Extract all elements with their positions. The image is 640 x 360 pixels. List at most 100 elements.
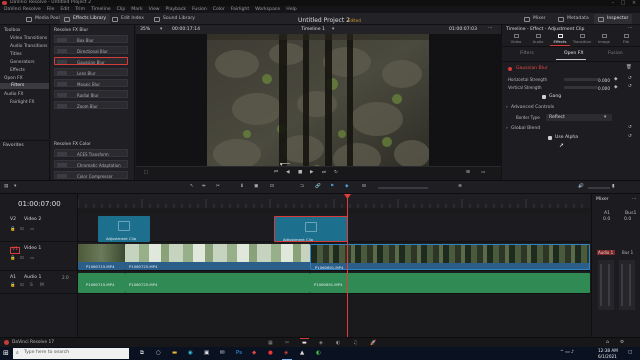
nav-item-effects[interactable]: Effects xyxy=(10,68,25,73)
davinci-resolve-icon[interactable]: ◈ xyxy=(284,350,288,357)
chevron-down-icon[interactable]: ▾ xyxy=(160,27,162,33)
nav-item-video-transitions[interactable]: Video Transitions xyxy=(10,36,47,41)
menu-item-help[interactable]: Help xyxy=(286,7,296,13)
expand-icon[interactable]: › xyxy=(506,126,508,132)
fx-item-chromatic-adaptation[interactable]: Chromatic Adaptation xyxy=(54,160,128,168)
use-alpha-checkbox[interactable] xyxy=(548,136,552,140)
fx-item-color-compressor[interactable]: Color Compressor xyxy=(54,171,128,179)
match-frame-icon[interactable]: ⊞ xyxy=(466,170,470,176)
selection-tool-icon[interactable]: ↖ xyxy=(190,184,194,190)
video-clip[interactable]: P1060715.MP4 xyxy=(78,244,125,270)
fx-item-box-blur[interactable]: Box Blur xyxy=(54,35,128,43)
inspector-tab-effects[interactable]: Effects xyxy=(550,34,570,46)
enable-icon[interactable]: ▭ xyxy=(30,227,34,232)
zoom-in-icon[interactable]: ⊕ xyxy=(458,184,462,190)
effects-library-button[interactable]: Effects Library xyxy=(60,14,111,24)
menu-item-fusion[interactable]: Fusion xyxy=(192,7,207,13)
settings-icon[interactable]: ⚙ xyxy=(620,340,624,346)
inspector-tab-transition[interactable]: Transition xyxy=(572,34,592,44)
menu-item-fairlight[interactable]: Fairlight xyxy=(231,7,249,13)
layout-icon[interactable]: ▤ xyxy=(4,184,8,190)
reset-icon[interactable]: ↺ xyxy=(628,76,632,82)
advanced-controls-label[interactable]: Advanced Controls xyxy=(511,105,554,111)
edit-index-button[interactable]: Edit Index xyxy=(108,14,148,24)
volume-icon[interactable]: 🔊 xyxy=(578,184,584,190)
menu-item-trim[interactable]: Trim xyxy=(75,7,85,13)
viewer-overlay-icon[interactable]: ▭ xyxy=(481,170,485,176)
fx-item-directional-blur[interactable]: Directional Blur xyxy=(54,46,128,54)
track-header-v2[interactable]: V2 Video 2 🔒 ⊡ ▭ xyxy=(0,214,78,242)
volume-slider[interactable] xyxy=(588,187,610,189)
lock-icon[interactable]: 🔒 xyxy=(10,256,15,261)
safe-area-icon[interactable]: ⬚ xyxy=(144,170,148,176)
zoom-level[interactable]: 35% xyxy=(140,27,150,33)
page-color-icon[interactable]: ◐ xyxy=(336,340,340,346)
playhead-marker-icon[interactable]: ▾ xyxy=(280,163,283,168)
windows-start-icon[interactable]: ⊞ xyxy=(3,350,9,357)
audio-clip[interactable]: P1060691.MP4 xyxy=(310,273,590,293)
marker-icon[interactable]: ◆ xyxy=(345,184,349,190)
horizontal-strength-value[interactable]: 0.000 xyxy=(594,78,610,83)
track-header-v1[interactable]: V1 Video 1 🔒 ⊡ ▭ xyxy=(0,243,78,271)
overwrite-clip-icon[interactable]: ▣ xyxy=(254,184,258,190)
nav-item-audio-fx[interactable]: Audio FX xyxy=(4,92,23,97)
trim-tool-icon[interactable]: ⇹ xyxy=(202,184,206,190)
audio-clip[interactable]: P1060715.MP4 xyxy=(78,273,125,293)
page-cut-icon[interactable]: ✂ xyxy=(285,340,289,346)
page-deliver-icon[interactable]: 🚀 xyxy=(370,340,376,346)
zoom-out-icon[interactable]: ⊟ xyxy=(362,184,366,190)
page-media-icon[interactable]: ▦ xyxy=(268,340,273,346)
menu-item-color[interactable]: Color xyxy=(213,7,225,13)
keyframe-icon[interactable]: ◆ xyxy=(614,85,618,91)
loop-icon[interactable]: ↻ xyxy=(334,170,338,176)
horizontal-strength-slider[interactable] xyxy=(564,78,598,81)
fx-item-zoom-blur[interactable]: Zoom Blur xyxy=(54,101,128,109)
inspector-tab-file[interactable]: File xyxy=(616,34,636,44)
stop-icon[interactable]: ■ xyxy=(298,170,302,176)
timeline-dropdown-icon[interactable]: ▾ xyxy=(332,27,334,33)
link-icon[interactable]: 🔗 xyxy=(315,184,321,190)
timeline-name[interactable]: Timeline 1 xyxy=(301,27,325,33)
vertical-strength-slider[interactable] xyxy=(564,86,598,89)
notification-icon[interactable]: ▢ xyxy=(628,350,632,356)
taskbar-search[interactable]: ⌕ Type here to search xyxy=(13,348,129,359)
page-edit-icon[interactable]: ▬ xyxy=(302,340,307,346)
flag-icon[interactable]: ⚑ xyxy=(330,184,334,190)
app-icon[interactable]: ◆ xyxy=(252,350,256,357)
fx-item-aces-transform[interactable]: ACES Transform xyxy=(54,149,128,157)
app-icon[interactable]: ● xyxy=(268,350,273,357)
view-options-icon[interactable]: ▾ xyxy=(14,184,16,190)
edge-icon[interactable]: ◉ xyxy=(188,350,193,357)
more-options-icon[interactable]: ⋯ xyxy=(632,197,637,203)
blade-tool-icon[interactable]: ✂ xyxy=(216,184,220,190)
app-icon[interactable]: ▲ xyxy=(300,350,304,357)
sound-library-button[interactable]: Sound Library xyxy=(150,14,199,24)
nav-item-generators[interactable]: Generators xyxy=(10,60,35,65)
menu-item-edit[interactable]: Edit xyxy=(60,7,69,13)
inspector-tab-video[interactable]: Video xyxy=(506,34,526,44)
lock-icon[interactable]: 🔒 xyxy=(10,283,15,288)
reset-icon[interactable]: ↺ xyxy=(628,134,632,140)
lock-icon[interactable]: 🔒 xyxy=(10,227,15,232)
mail-icon[interactable]: ✉ xyxy=(220,350,225,357)
timeline-ruler[interactable] xyxy=(78,194,590,208)
vertical-strength-value[interactable]: 0.000 xyxy=(594,86,610,91)
fx-item-mosaic-blur[interactable]: Mosaic Blur xyxy=(54,79,128,87)
track-header-a1[interactable]: A1 Audio 1 2.0 🔒 ⊡ S M xyxy=(0,272,78,294)
mute-icon[interactable]: M xyxy=(40,283,44,288)
play-icon[interactable]: ▶ xyxy=(310,170,314,176)
home-icon[interactable]: ⌂ xyxy=(606,340,609,346)
enable-icon[interactable]: ▭ xyxy=(30,256,34,261)
reset-icon[interactable]: ↺ xyxy=(628,125,632,131)
skip-to-start-icon[interactable]: ⏮ xyxy=(274,170,278,176)
inspector-subtab-open-fx[interactable]: Open FX xyxy=(564,51,584,57)
mixer-button[interactable]: Mixer xyxy=(520,14,550,24)
global-blend-label[interactable]: Global Blend xyxy=(511,126,540,132)
fx-item-radial-blur[interactable]: Radial Blur xyxy=(54,90,128,98)
replace-clip-icon[interactable]: ⊡ xyxy=(270,184,274,190)
skip-to-end-icon[interactable]: ⏭ xyxy=(322,170,326,176)
video-clip[interactable]: P1060691.MP4 xyxy=(310,244,590,270)
menu-item-view[interactable]: View xyxy=(149,7,160,13)
nav-item-open-fx[interactable]: Open FX xyxy=(4,76,23,81)
nav-item-toolbox[interactable]: Toolbox xyxy=(4,28,20,33)
